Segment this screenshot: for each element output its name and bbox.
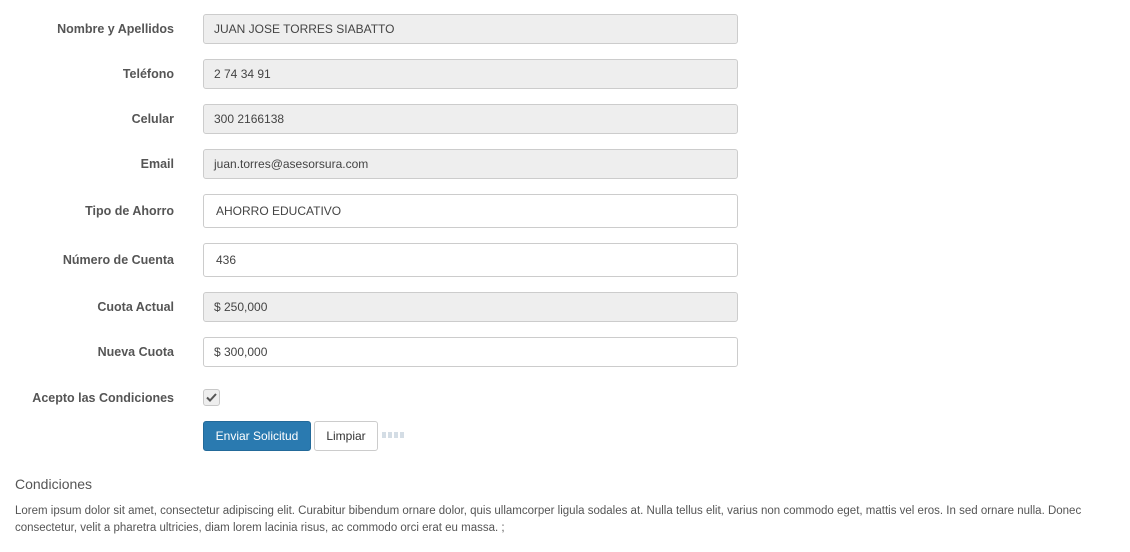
check-icon <box>206 393 217 402</box>
conditions-text: Lorem ipsum dolor sit amet, consectetur … <box>15 505 1082 534</box>
row-celular: Celular 300 2166138 <box>0 104 1130 134</box>
email-label: Email <box>140 157 174 171</box>
telefono-field[interactable]: 2 74 34 91 <box>203 59 738 89</box>
row-telefono: Teléfono 2 74 34 91 <box>0 59 1130 89</box>
nueva-cuota-input[interactable]: $ 300,000 <box>203 337 738 367</box>
row-tipo-ahorro: Tipo de Ahorro AHORRO EDUCATIVO <box>0 194 1130 228</box>
celular-field[interactable]: 300 2166138 <box>203 104 738 134</box>
acepto-label: Acepto las Condiciones <box>32 391 174 405</box>
row-numero-cuenta: Número de Cuenta 436 <box>0 243 1130 277</box>
cuota-actual-label: Cuota Actual <box>97 300 174 314</box>
clear-button[interactable]: Limpiar <box>314 421 378 451</box>
cuota-actual-field[interactable]: $ 250,000 <box>203 292 738 322</box>
nueva-cuota-label: Nueva Cuota <box>97 345 174 359</box>
acepto-checkbox[interactable] <box>203 389 220 406</box>
loading-indicator-icon <box>382 432 404 438</box>
numero-cuenta-label: Número de Cuenta <box>62 253 174 267</box>
tipo-ahorro-select[interactable]: AHORRO EDUCATIVO <box>203 194 738 228</box>
numero-cuenta-select[interactable]: 436 <box>203 243 738 277</box>
row-acepto: Acepto las Condiciones <box>0 383 1130 413</box>
tipo-ahorro-label: Tipo de Ahorro <box>85 204 174 218</box>
row-nombre: Nombre y Apellidos JUAN JOSE TORRES SIAB… <box>0 14 1130 44</box>
celular-label: Celular <box>131 112 174 126</box>
email-field[interactable]: juan.torres@asesorsura.com <box>203 149 738 179</box>
nombre-field[interactable]: JUAN JOSE TORRES SIABATTO <box>203 14 738 44</box>
nombre-label: Nombre y Apellidos <box>57 22 174 36</box>
row-cuota-actual: Cuota Actual $ 250,000 <box>0 292 1130 322</box>
row-nueva-cuota: Nueva Cuota $ 300,000 <box>0 337 1130 367</box>
submit-button[interactable]: Enviar Solicitud <box>203 421 311 451</box>
row-email: Email juan.torres@asesorsura.com <box>0 149 1130 179</box>
telefono-label: Teléfono <box>122 67 174 81</box>
conditions-title: Condiciones <box>15 476 93 492</box>
